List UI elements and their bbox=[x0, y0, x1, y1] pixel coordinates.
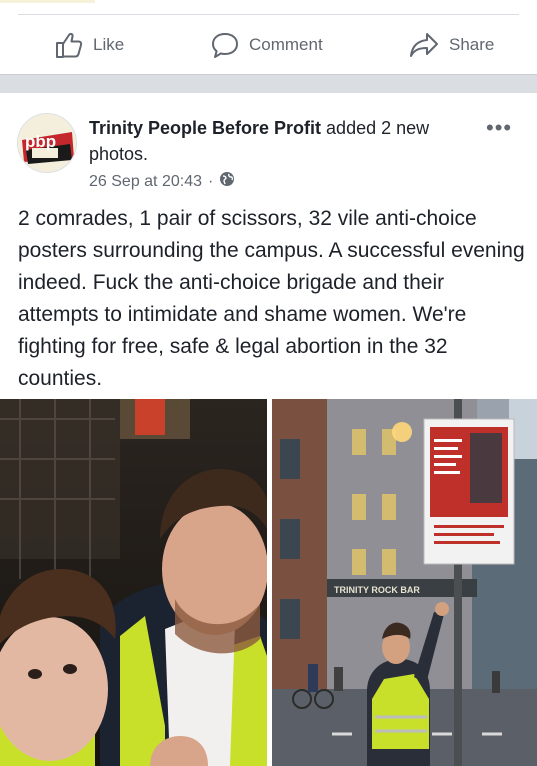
share-label: Share bbox=[449, 35, 495, 54]
photo-selfie[interactable] bbox=[0, 399, 267, 766]
like-label: Like bbox=[93, 35, 125, 54]
comment-label: Comment bbox=[249, 35, 323, 54]
post-card: pbp Trinity People Before Profit added 2… bbox=[0, 93, 537, 766]
photo-street[interactable]: TRINITY ROCK BAR bbox=[272, 399, 537, 766]
photo-grid: TRINITY ROCK BAR bbox=[0, 399, 537, 766]
divider bbox=[18, 14, 519, 15]
feed-separator bbox=[0, 74, 537, 93]
avatar-logo-text: pbp bbox=[25, 132, 56, 151]
post-body-text: 2 comrades, 1 pair of scissors, 32 vile … bbox=[18, 207, 525, 390]
like-button[interactable]: Like bbox=[54, 16, 124, 74]
comment-bubble-icon bbox=[210, 30, 240, 60]
comment-button[interactable]: Comment bbox=[210, 16, 323, 74]
page-avatar[interactable]: pbp bbox=[17, 113, 77, 173]
previous-post-edge bbox=[0, 0, 537, 16]
more-options-button[interactable]: ••• bbox=[486, 117, 512, 139]
previous-post-accent bbox=[0, 0, 95, 3]
share-arrow-icon bbox=[408, 30, 440, 60]
globe-icon bbox=[219, 171, 235, 192]
post-action-bar: Like Comment Share bbox=[0, 16, 537, 74]
share-button[interactable]: Share bbox=[408, 16, 494, 74]
post-timestamp[interactable]: 26 Sep at 20:43 bbox=[89, 173, 202, 191]
thumbs-up-icon bbox=[54, 30, 84, 60]
street-sign-text: TRINITY ROCK BAR bbox=[334, 585, 420, 595]
meta-separator: · bbox=[207, 172, 214, 190]
post-header: Trinity People Before Profit added 2 new… bbox=[89, 115, 479, 167]
post-meta: 26 Sep at 20:43 · bbox=[89, 171, 235, 192]
page-name-link[interactable]: Trinity People Before Profit bbox=[89, 118, 321, 138]
